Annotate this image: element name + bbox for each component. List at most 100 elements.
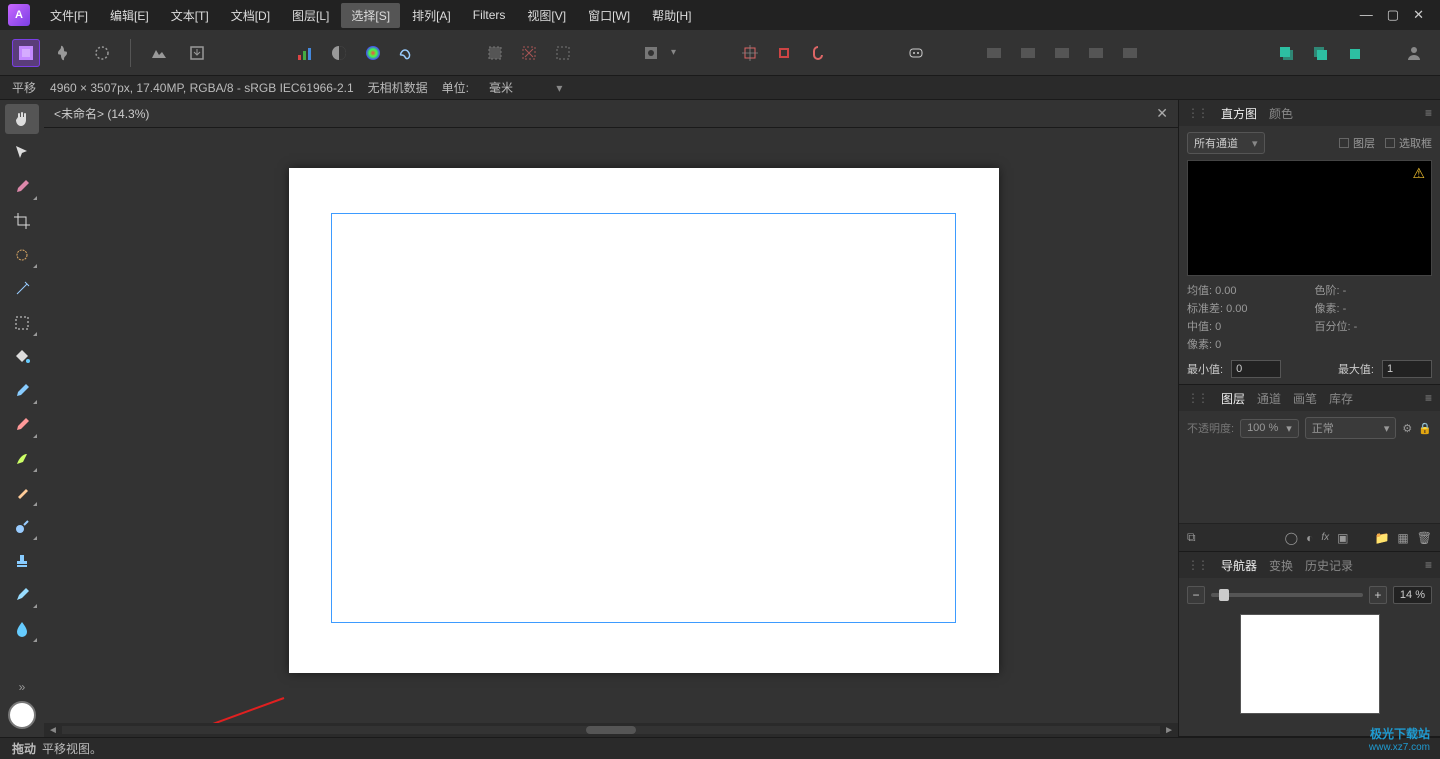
- menu-arrange[interactable]: 排列[A]: [402, 3, 461, 28]
- magic-wand-tool-icon[interactable]: [5, 274, 39, 304]
- marquee-fill-icon[interactable]: [481, 39, 509, 67]
- paint-mixer-brush-tool-icon[interactable]: [5, 444, 39, 474]
- tab-histogram[interactable]: 直方图: [1221, 101, 1257, 126]
- more-tools-icon[interactable]: »: [5, 677, 39, 697]
- document-close-icon[interactable]: ✕: [1156, 105, 1168, 122]
- foreground-color-swatch[interactable]: [8, 701, 36, 729]
- menu-filters[interactable]: Filters: [463, 4, 516, 26]
- menu-edit[interactable]: 编辑[E]: [100, 3, 159, 28]
- persona-export-icon[interactable]: [183, 39, 211, 67]
- zoom-in-button[interactable]: +: [1369, 586, 1387, 604]
- group-layers-icon[interactable]: ⧉: [1187, 530, 1196, 545]
- add-fx-icon[interactable]: fx: [1321, 532, 1329, 543]
- panel-menu-icon[interactable]: ≡: [1425, 558, 1432, 572]
- stock-2-icon[interactable]: [1014, 39, 1042, 67]
- marquee-tool-icon[interactable]: [5, 308, 39, 338]
- blend-mode-select[interactable]: 正常▾: [1305, 417, 1397, 439]
- maximize-icon[interactable]: ▢: [1387, 7, 1399, 23]
- stock-3-icon[interactable]: [1048, 39, 1076, 67]
- arrange-front-icon[interactable]: [1340, 39, 1368, 67]
- erase-brush-tool-icon[interactable]: [5, 410, 39, 440]
- layers-list[interactable]: [1187, 439, 1432, 517]
- auto-colors-icon[interactable]: [359, 39, 387, 67]
- navigator-thumbnail[interactable]: [1240, 614, 1380, 714]
- crop-layer-icon[interactable]: ▣: [1337, 531, 1348, 545]
- panel-menu-icon[interactable]: ≡: [1425, 391, 1432, 405]
- minimize-icon[interactable]: —: [1360, 7, 1373, 23]
- fx-gear-icon[interactable]: ⚙: [1402, 422, 1412, 435]
- menu-window[interactable]: 窗口[W]: [578, 3, 640, 28]
- stock-1-icon[interactable]: [980, 39, 1008, 67]
- horizontal-scrollbar[interactable]: ◄ ►: [44, 723, 1178, 737]
- tab-navigator[interactable]: 导航器: [1221, 553, 1257, 578]
- zoom-slider[interactable]: [1211, 593, 1363, 597]
- stamp-tool-icon[interactable]: [5, 546, 39, 576]
- arrange-middle-icon[interactable]: [1306, 39, 1334, 67]
- max-input[interactable]: [1382, 360, 1432, 378]
- scroll-right-icon[interactable]: ►: [1164, 725, 1174, 736]
- min-input[interactable]: [1231, 360, 1281, 378]
- quick-mask-icon[interactable]: [637, 39, 665, 67]
- menu-help[interactable]: 帮助[H]: [642, 3, 701, 28]
- persona-photo-icon[interactable]: [12, 39, 40, 67]
- blur-brush-tool-icon[interactable]: [5, 614, 39, 644]
- auto-levels-icon[interactable]: [291, 39, 319, 67]
- assistant-icon[interactable]: [902, 39, 930, 67]
- move-tool-icon[interactable]: [5, 138, 39, 168]
- stock-4-icon[interactable]: [1082, 39, 1110, 67]
- folder-icon[interactable]: 📁: [1374, 531, 1389, 545]
- menu-file[interactable]: 文件[F]: [40, 3, 98, 28]
- tab-brushes[interactable]: 画笔: [1293, 386, 1317, 411]
- tab-channels[interactable]: 通道: [1257, 386, 1281, 411]
- marquee-invert-icon[interactable]: [549, 39, 577, 67]
- panel-menu-icon[interactable]: ≡: [1425, 106, 1432, 120]
- selection-brush-tool-icon[interactable]: [5, 240, 39, 270]
- delete-layer-icon[interactable]: 🗑: [1417, 531, 1432, 545]
- unit-select[interactable]: 毫米 ▾: [483, 77, 580, 98]
- color-picker-tool-icon[interactable]: [5, 172, 39, 202]
- tab-transform[interactable]: 变换: [1269, 553, 1293, 578]
- flood-fill-tool-icon[interactable]: [5, 342, 39, 372]
- menu-select[interactable]: 选择[S]: [341, 3, 400, 28]
- menu-layer[interactable]: 图层[L]: [282, 3, 339, 28]
- tab-history[interactable]: 历史记录: [1305, 553, 1353, 578]
- persona-tone-icon[interactable]: [145, 39, 173, 67]
- canvas-viewport[interactable]: [44, 128, 1178, 723]
- force-pixel-icon[interactable]: [770, 39, 798, 67]
- add-mask-icon[interactable]: ◯: [1285, 531, 1298, 545]
- selection-checkbox[interactable]: 选取框: [1385, 135, 1432, 151]
- layer-checkbox[interactable]: 图层: [1339, 135, 1375, 151]
- stock-5-icon[interactable]: [1116, 39, 1144, 67]
- crop-tool-icon[interactable]: [5, 206, 39, 236]
- scroll-left-icon[interactable]: ◄: [48, 725, 58, 736]
- arrange-back-icon[interactable]: [1272, 39, 1300, 67]
- snap-icon[interactable]: [736, 39, 764, 67]
- account-icon[interactable]: [1400, 39, 1428, 67]
- persona-develop-icon[interactable]: [88, 39, 116, 67]
- auto-white-balance-icon[interactable]: [393, 39, 421, 67]
- hand-tool-icon[interactable]: [5, 104, 39, 134]
- add-adjust-icon[interactable]: ◐: [1306, 531, 1313, 545]
- document-tab-label[interactable]: <未命名> (14.3%): [54, 105, 149, 122]
- lock-icon[interactable]: 🔒: [1418, 422, 1432, 435]
- add-pixel-layer-icon[interactable]: ▦: [1397, 531, 1408, 545]
- channel-select[interactable]: 所有通道▾: [1187, 132, 1265, 154]
- tab-stock[interactable]: 库存: [1329, 386, 1353, 411]
- marquee-clear-icon[interactable]: [515, 39, 543, 67]
- inpainting-brush-tool-icon[interactable]: [5, 580, 39, 610]
- close-icon[interactable]: ✕: [1413, 7, 1424, 23]
- auto-contrast-icon[interactable]: [325, 39, 353, 67]
- dodge-brush-tool-icon[interactable]: [5, 512, 39, 542]
- snapping-toggle-icon[interactable]: [804, 39, 832, 67]
- tab-color[interactable]: 颜色: [1269, 101, 1293, 126]
- menu-document[interactable]: 文档[D]: [221, 3, 280, 28]
- tab-layers[interactable]: 图层: [1221, 386, 1245, 411]
- opacity-select[interactable]: 100 %▾: [1240, 419, 1299, 438]
- clone-brush-tool-icon[interactable]: [5, 478, 39, 508]
- zoom-out-button[interactable]: −: [1187, 586, 1205, 604]
- persona-liquify-icon[interactable]: [50, 39, 78, 67]
- zoom-percent-field[interactable]: 14 %: [1393, 586, 1432, 604]
- menu-view[interactable]: 视图[V]: [517, 3, 576, 28]
- scroll-thumb[interactable]: [586, 726, 636, 734]
- menu-text[interactable]: 文本[T]: [161, 3, 219, 28]
